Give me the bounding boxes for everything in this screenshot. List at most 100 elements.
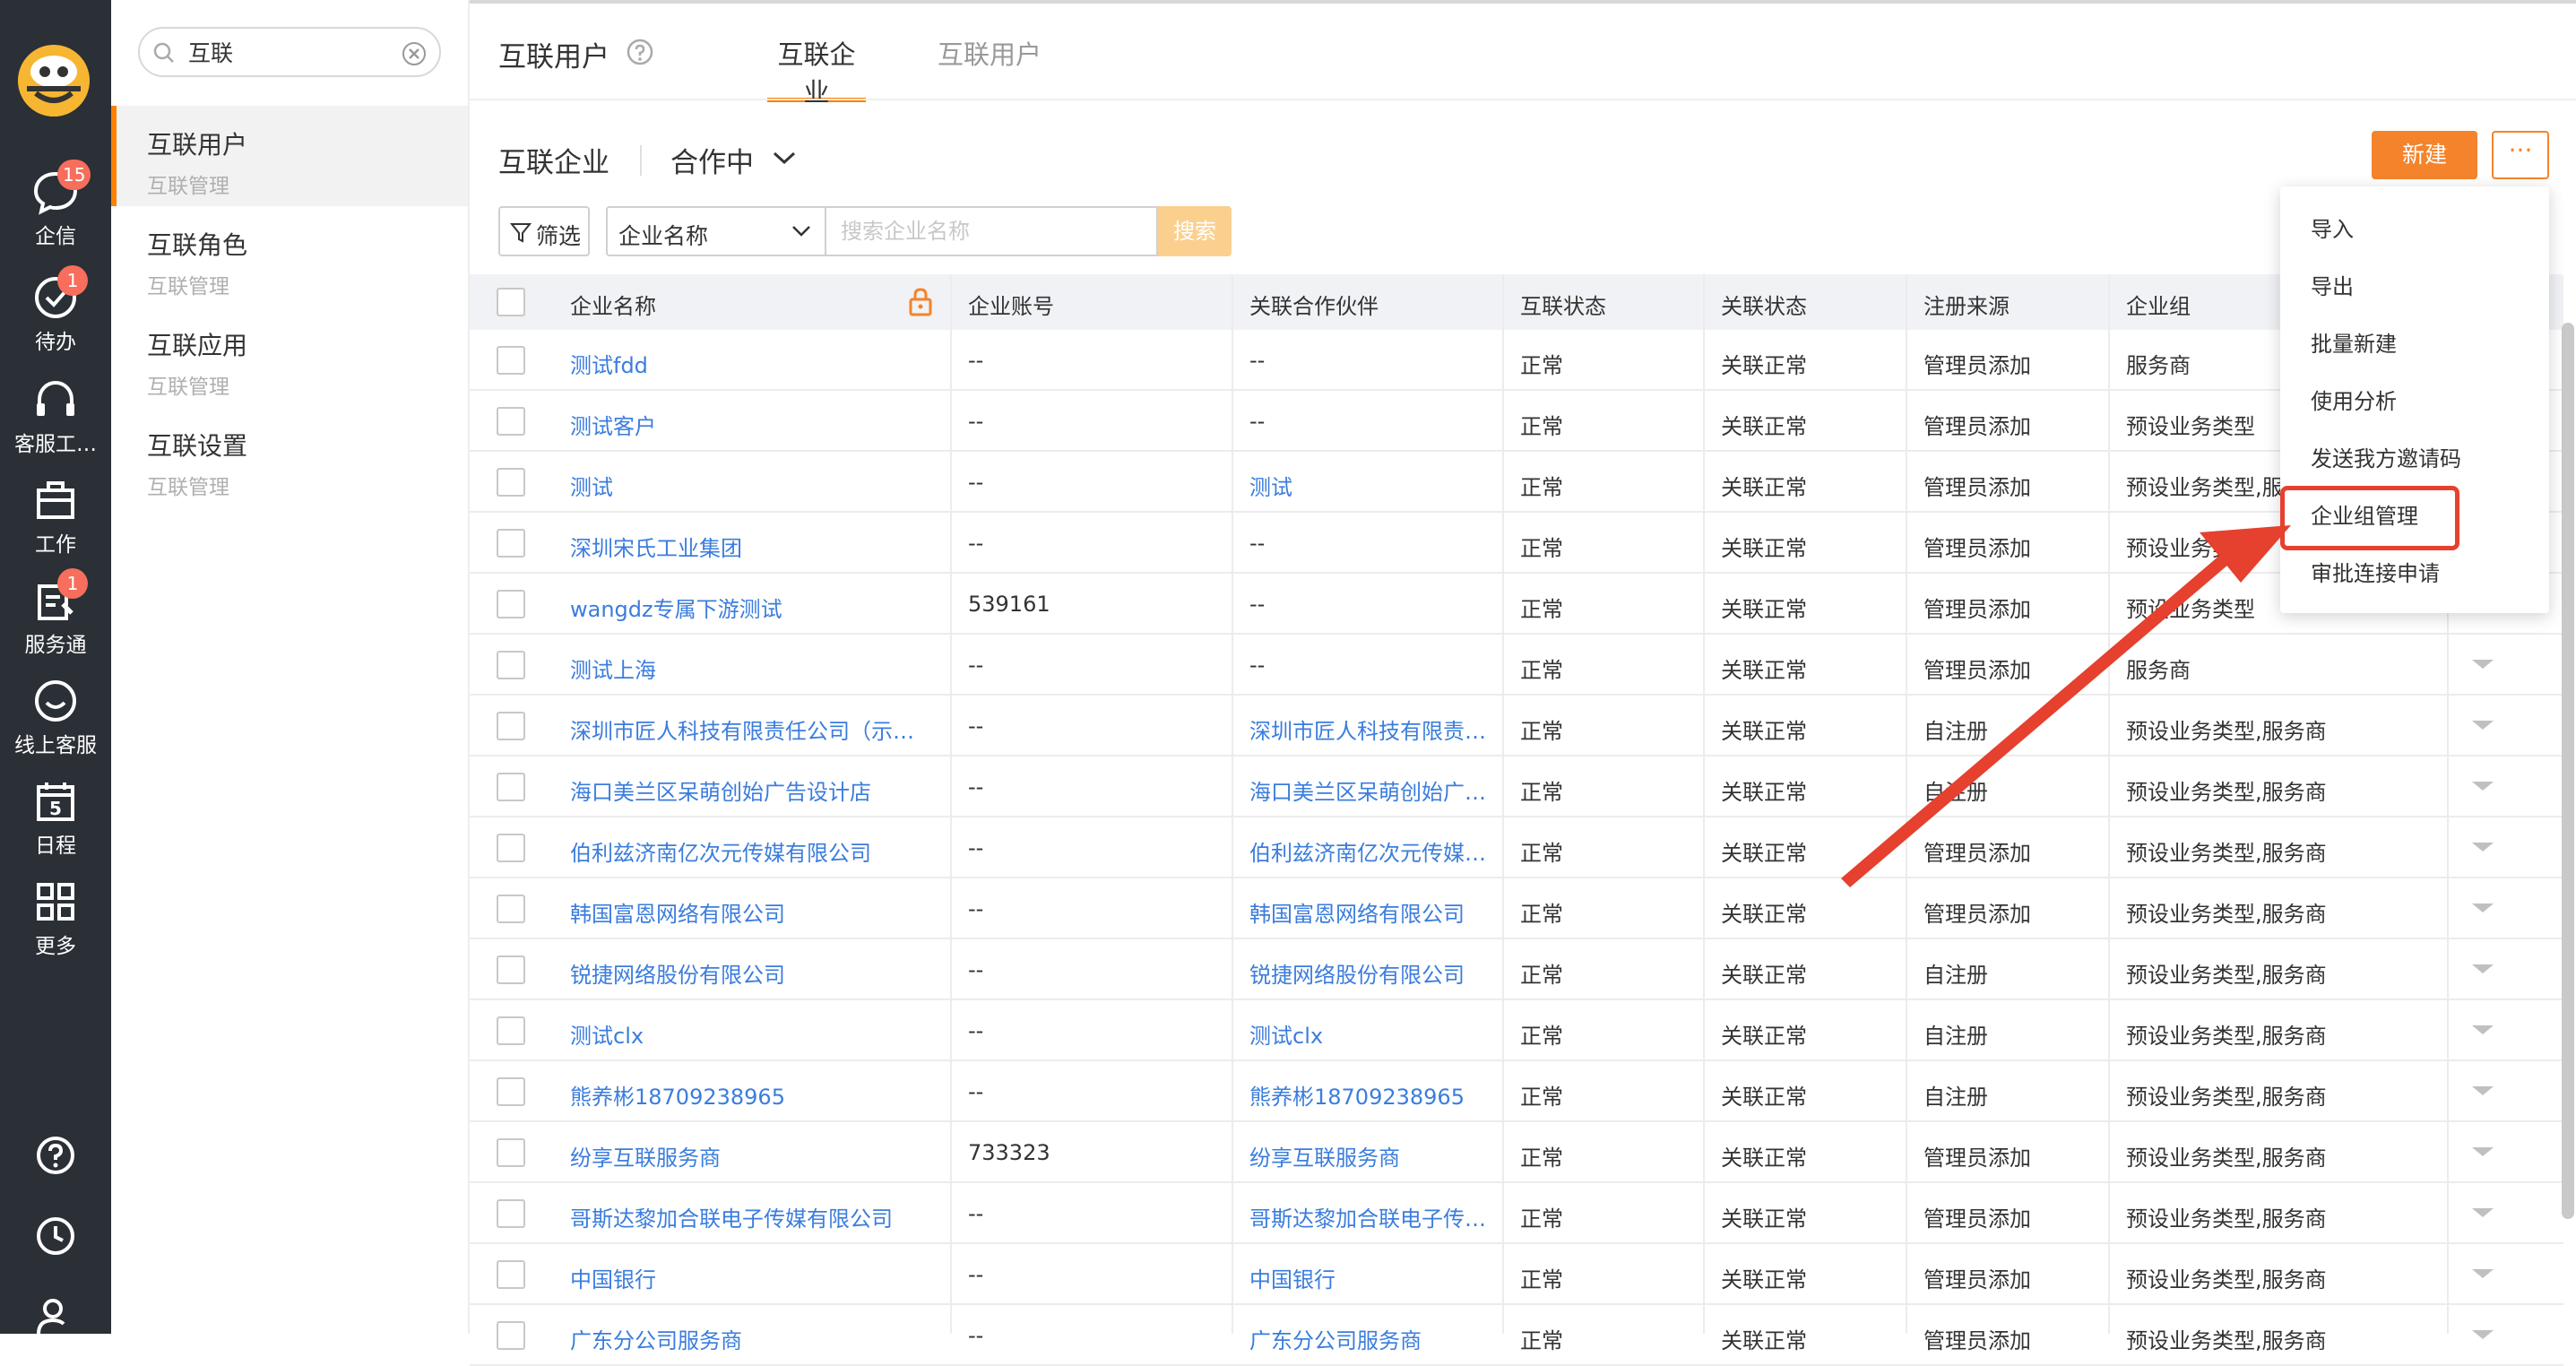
table-row[interactable]: 测试clx -- 测试clx 正常 关联正常 自注册 预设业务类型,服务商 xyxy=(470,1000,2563,1061)
row-checkbox[interactable] xyxy=(497,712,525,740)
table-row[interactable]: 测试上海 -- -- 正常 关联正常 管理员添加 服务商 xyxy=(470,635,2563,696)
rail-item-qixin[interactable]: 15 企信 xyxy=(0,160,111,249)
table-cell[interactable]: 熊养彬18709238965 xyxy=(1249,1079,1465,1111)
table-cell[interactable]: 伯利兹济南亿次元传媒… xyxy=(1249,835,1486,867)
table-cell[interactable]: 纷享互联服务商 xyxy=(570,1140,721,1171)
table-cell[interactable]: 海口美兰区呆萌创始广告设计店 xyxy=(570,774,871,806)
table-cell[interactable]: 测试 xyxy=(1249,470,1292,501)
menu-item-usage-analysis[interactable]: 使用分析 xyxy=(2311,384,2397,415)
sidebar-search[interactable] xyxy=(138,27,441,77)
table-row[interactable]: 测试客户 -- -- 正常 关联正常 管理员添加 预设业务类型 xyxy=(470,391,2563,452)
column-header[interactable]: 关联合作伙伴 xyxy=(1249,289,1379,320)
row-expand-icon[interactable] xyxy=(2472,843,2494,852)
row-checkbox[interactable] xyxy=(497,1077,525,1106)
table-cell[interactable]: 深圳市匠人科技有限责… xyxy=(1249,713,1486,745)
row-checkbox[interactable] xyxy=(497,407,525,436)
vertical-scrollbar[interactable] xyxy=(2562,323,2574,1219)
select-all-checkbox[interactable] xyxy=(497,288,525,316)
table-row[interactable]: 纷享互联服务商 733323 纷享互联服务商 正常 关联正常 管理员添加 预设业务类型,服务… xyxy=(470,1122,2563,1183)
help-icon[interactable] xyxy=(626,38,654,66)
row-checkbox[interactable] xyxy=(497,529,525,558)
table-cell[interactable]: 伯利兹济南亿次元传媒有限公司 xyxy=(570,835,871,867)
row-checkbox[interactable] xyxy=(497,590,525,618)
row-expand-icon[interactable] xyxy=(2472,1086,2494,1095)
rail-item-service[interactable]: 1 服务通 xyxy=(0,568,111,658)
tab-interconnect-users[interactable]: 互联用户 xyxy=(938,34,1042,102)
table-cell[interactable]: 测试clx xyxy=(1249,1018,1323,1050)
column-header[interactable]: 关联状态 xyxy=(1721,289,1807,320)
row-expand-icon[interactable] xyxy=(2472,1330,2494,1339)
more-actions-button[interactable]: ··· xyxy=(2492,131,2549,179)
row-expand-icon[interactable] xyxy=(2472,1269,2494,1278)
table-cell[interactable]: 深圳宋氏工业集团 xyxy=(570,531,742,562)
row-expand-icon[interactable] xyxy=(2472,660,2494,669)
table-cell[interactable]: 深圳市匠人科技有限责任公司（示… xyxy=(570,713,914,745)
table-cell[interactable]: 广东分公司服务商 xyxy=(570,1323,742,1354)
menu-item-import[interactable]: 导入 xyxy=(2311,212,2354,243)
rail-item-calendar[interactable]: 5 日程 xyxy=(0,776,111,859)
filter-button[interactable]: 筛选 xyxy=(498,206,590,256)
column-header[interactable]: 企业组 xyxy=(2126,289,2191,320)
table-row[interactable]: 韩国富恩网络有限公司 -- 韩国富恩网络有限公司 正常 关联正常 管理员添加 预设业务类型,… xyxy=(470,878,2563,939)
table-cell[interactable]: 广东分公司服务商 xyxy=(1249,1323,1422,1354)
table-row[interactable]: 深圳市匠人科技有限责任公司（示… -- 深圳市匠人科技有限责… 正常 关联正常 自注册 预设… xyxy=(470,696,2563,756)
table-cell[interactable]: 海口美兰区呆萌创始广… xyxy=(1249,774,1486,806)
row-checkbox[interactable] xyxy=(497,955,525,984)
row-checkbox[interactable] xyxy=(497,346,525,375)
row-expand-icon[interactable] xyxy=(2472,1147,2494,1156)
table-cell[interactable]: 锐捷网络股份有限公司 xyxy=(1249,957,1465,989)
row-checkbox[interactable] xyxy=(497,895,525,923)
column-header[interactable]: 企业账号 xyxy=(968,289,1054,320)
sidebar-item-interconnect-settings[interactable]: 互联设置 互联管理 xyxy=(111,407,468,507)
row-checkbox[interactable] xyxy=(497,834,525,862)
sidebar-item-interconnect-users[interactable]: 互联用户 互联管理 xyxy=(111,106,468,206)
table-cell[interactable]: 测试客户 xyxy=(570,409,656,440)
new-button[interactable]: 新建 xyxy=(2372,131,2477,179)
row-checkbox[interactable] xyxy=(497,773,525,801)
row-checkbox[interactable] xyxy=(497,468,525,497)
row-checkbox[interactable] xyxy=(497,1199,525,1228)
row-checkbox[interactable] xyxy=(497,1138,525,1167)
table-cell[interactable]: 韩国富恩网络有限公司 xyxy=(570,896,785,928)
sidebar-search-input[interactable] xyxy=(188,36,394,68)
table-row[interactable]: 锐捷网络股份有限公司 -- 锐捷网络股份有限公司 正常 关联正常 自注册 预设业务类型,服务… xyxy=(470,939,2563,1000)
rail-item-more[interactable]: 更多 xyxy=(0,877,111,959)
column-header[interactable]: 注册来源 xyxy=(1923,289,2010,320)
sidebar-item-interconnect-roles[interactable]: 互联角色 互联管理 xyxy=(111,206,468,307)
table-cell[interactable]: 中国银行 xyxy=(1249,1262,1336,1293)
rail-history[interactable] xyxy=(0,1215,111,1257)
table-row[interactable]: 深圳宋氏工业集团 -- -- 正常 关联正常 管理员添加 预设业务类型 xyxy=(470,513,2563,574)
row-expand-icon[interactable] xyxy=(2472,721,2494,730)
table-cell[interactable]: 哥斯达黎加合联电子传媒有限公司 xyxy=(570,1201,893,1232)
rail-item-online-service[interactable]: 线上客服 xyxy=(0,676,111,758)
table-row[interactable]: 中国银行 -- 中国银行 正常 关联正常 管理员添加 预设业务类型,服务商 xyxy=(470,1244,2563,1305)
row-checkbox[interactable] xyxy=(497,651,525,679)
status-dropdown[interactable]: 合作中 xyxy=(670,140,754,180)
app-logo[interactable] xyxy=(18,45,90,117)
table-row[interactable]: 广东分公司服务商 -- 广东分公司服务商 正常 关联正常 管理员添加 预设业务类型,服务商 xyxy=(470,1305,2563,1366)
rail-item-todo[interactable]: 1 待办 xyxy=(0,265,111,355)
search-button[interactable]: 搜索 xyxy=(1158,206,1232,256)
menu-item-approve-connection-requests[interactable]: 审批连接申请 xyxy=(2311,556,2440,587)
table-row[interactable]: 哥斯达黎加合联电子传媒有限公司 -- 哥斯达黎加合联电子传… 正常 关联正常 管理员添加 预… xyxy=(470,1183,2563,1244)
table-row[interactable]: 伯利兹济南亿次元传媒有限公司 -- 伯利兹济南亿次元传媒… 正常 关联正常 管理员添加 预设… xyxy=(470,817,2563,878)
table-cell[interactable]: 锐捷网络股份有限公司 xyxy=(570,957,785,989)
enterprise-search-input[interactable] xyxy=(825,206,1158,256)
row-expand-icon[interactable] xyxy=(2472,964,2494,973)
rail-profile[interactable] xyxy=(0,1296,111,1337)
sidebar-item-interconnect-apps[interactable]: 互联应用 互联管理 xyxy=(111,307,468,407)
tab-interconnect-enterprise[interactable]: 互联企业 xyxy=(767,34,866,108)
rail-item-work[interactable]: 工作 xyxy=(0,475,111,558)
table-cell[interactable]: wangdz专属下游测试 xyxy=(570,592,782,623)
table-cell[interactable]: 中国银行 xyxy=(570,1262,656,1293)
column-header[interactable]: 企业名称 xyxy=(570,289,656,320)
row-checkbox[interactable] xyxy=(497,1016,525,1045)
rail-help[interactable] xyxy=(0,1135,111,1176)
menu-item-send-invite-code[interactable]: 发送我方邀请码 xyxy=(2311,441,2461,472)
search-field-select[interactable]: 企业名称 xyxy=(606,206,825,256)
table-cell[interactable]: 测试clx xyxy=(570,1018,644,1050)
table-cell[interactable]: 测试上海 xyxy=(570,653,656,684)
table-cell[interactable]: 哥斯达黎加合联电子传… xyxy=(1249,1201,1486,1232)
table-cell[interactable]: 韩国富恩网络有限公司 xyxy=(1249,896,1465,928)
table-cell[interactable]: 测试fdd xyxy=(570,348,648,379)
